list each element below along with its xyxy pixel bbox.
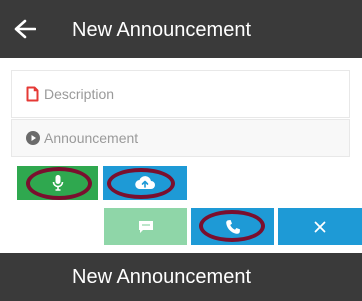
app-bar: New Announcement [0,0,362,58]
back-button[interactable] [10,12,40,46]
description-placeholder: Description [44,86,115,102]
play-circle-icon [26,131,40,145]
arrow-left-icon [14,19,36,39]
highlight-ring-call [199,210,265,242]
announcement-field[interactable]: Announcement [11,119,350,157]
bottom-title: New Announcement [72,266,252,288]
announcement-placeholder: Announcement [44,130,139,146]
close-icon [314,221,326,232]
close-button[interactable] [278,208,362,245]
page-title: New Announcement [72,19,252,41]
description-field[interactable]: Description [11,70,350,118]
highlight-ring-upload [107,168,175,199]
bottom-app-bar: New Announcement [0,253,362,301]
highlight-ring-record [26,167,92,200]
message-button[interactable] [104,208,187,245]
document-icon [26,86,39,102]
chat-icon [138,220,153,233]
